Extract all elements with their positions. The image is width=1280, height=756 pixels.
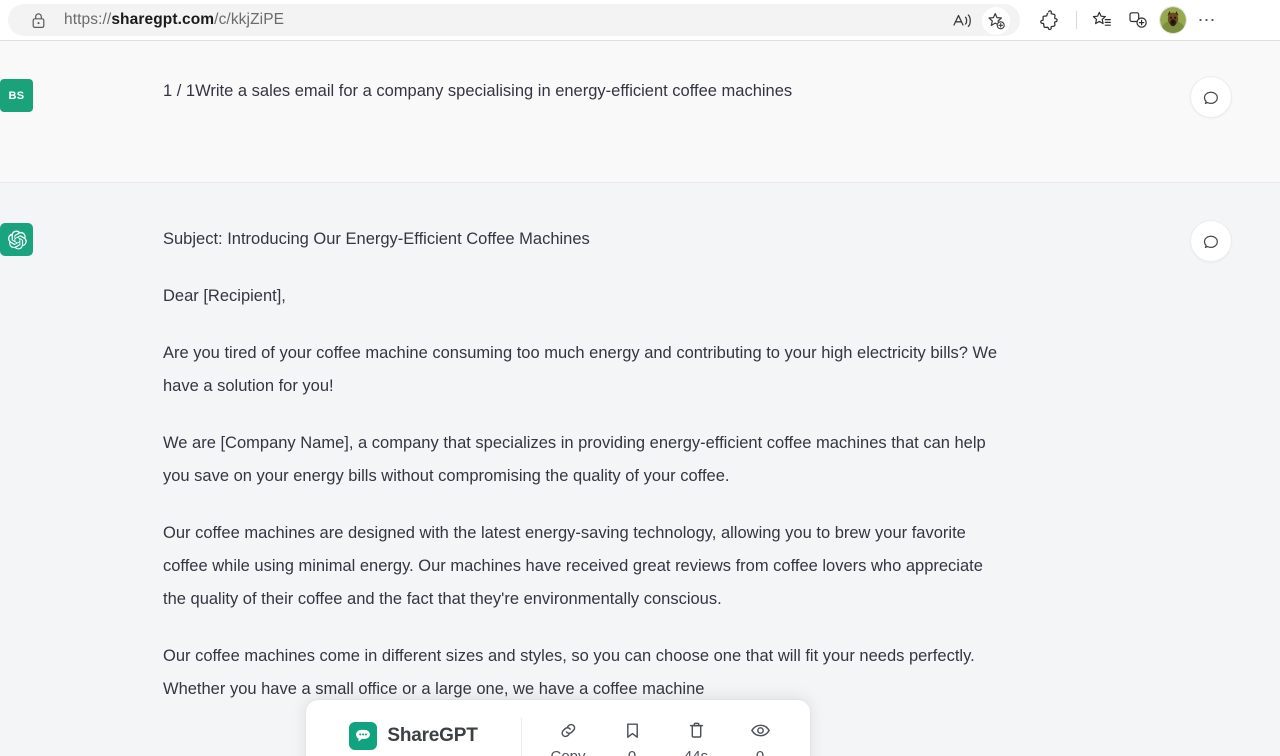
copy-link-button[interactable]: Copy — [536, 720, 600, 756]
browser-toolbar-icons: ⋯ — [1036, 5, 1221, 35]
url-scheme: https:// — [64, 11, 112, 28]
message-assistant-inner: Subject: Introducing Our Energy-Efficien… — [0, 220, 1280, 706]
delete-button[interactable]: 44s — [664, 720, 728, 756]
views-count: 0 — [755, 747, 765, 756]
bookmark-button[interactable]: 0 — [600, 720, 664, 756]
sharegpt-actions: Copy 0 44s 0 — [522, 700, 810, 756]
sharegpt-widget: ShareGPT Powered by Vercel Copy — [306, 700, 810, 756]
address-bar[interactable]: https://sharegpt.com/c/kkjZiPE — [8, 4, 1020, 36]
add-to-favorites-icon[interactable] — [982, 7, 1010, 35]
user-prompt: Write a sales email for a company specia… — [195, 82, 793, 100]
elapsed-time: 44s — [683, 747, 709, 756]
openai-logo-icon — [0, 223, 33, 256]
assistant-paragraph: Dear [Recipient], — [163, 287, 286, 305]
split-screen-icon[interactable] — [1123, 5, 1153, 35]
message-user-body: 1 / 1Write a sales email for a company s… — [163, 79, 1003, 103]
lock-icon[interactable] — [24, 6, 52, 34]
message-assistant: Subject: Introducing Our Energy-Efficien… — [0, 183, 1280, 726]
avatar: BS — [0, 79, 33, 112]
collections-icon[interactable] — [1087, 5, 1117, 35]
profile-avatar[interactable] — [1159, 6, 1187, 34]
assistant-paragraph: We are [Company Name], a company that sp… — [163, 434, 986, 485]
variant-counter: 1 / 1 — [163, 82, 196, 100]
omnibox-actions — [948, 6, 1010, 36]
extensions-icon[interactable] — [1036, 5, 1066, 35]
comment-bubble-icon[interactable] — [1190, 220, 1232, 262]
assistant-paragraph: Are you tired of your coffee machine con… — [163, 344, 997, 395]
bookmark-count: 0 — [627, 747, 637, 756]
browser-settings-more-icon[interactable]: ⋯ — [1193, 6, 1221, 34]
assistant-paragraph: Subject: Introducing Our Energy-Efficien… — [163, 230, 590, 248]
link-icon — [558, 720, 579, 741]
assistant-paragraph: Our coffee machines are designed with th… — [163, 524, 983, 608]
browser-toolbar: https://sharegpt.com/c/kkjZiPE ⋯ — [0, 0, 1280, 40]
page-content: BS 1 / 1Write a sales email for a compan… — [0, 41, 1280, 756]
message-user: BS 1 / 1Write a sales email for a compan… — [0, 41, 1280, 183]
sharegpt-name: ShareGPT — [387, 725, 478, 746]
eye-icon — [750, 720, 771, 741]
assistant-paragraph: Our coffee machines come in different si… — [163, 647, 975, 698]
user-prompt-text: 1 / 1Write a sales email for a company s… — [163, 79, 1003, 103]
bookmark-icon — [622, 720, 643, 741]
message-assistant-body: Subject: Introducing Our Energy-Efficien… — [163, 223, 1003, 706]
comment-bubble-icon[interactable] — [1190, 76, 1232, 118]
trash-icon — [686, 720, 707, 741]
url-path: /c/kkjZiPE — [214, 11, 285, 28]
read-aloud-icon[interactable] — [948, 6, 978, 36]
sharegpt-brand-row: ShareGPT — [349, 722, 478, 750]
copy-link-label: Copy — [550, 747, 586, 756]
url-text[interactable]: https://sharegpt.com/c/kkjZiPE — [64, 11, 284, 29]
url-host: sharegpt.com — [111, 11, 215, 28]
sharegpt-chat-bubble-icon — [349, 722, 378, 750]
sharegpt-brand[interactable]: ShareGPT Powered by Vercel — [306, 700, 521, 756]
views-button[interactable]: 0 — [728, 720, 792, 756]
toolbar-divider — [1076, 11, 1077, 29]
message-user-inner: BS 1 / 1Write a sales email for a compan… — [0, 76, 1280, 118]
